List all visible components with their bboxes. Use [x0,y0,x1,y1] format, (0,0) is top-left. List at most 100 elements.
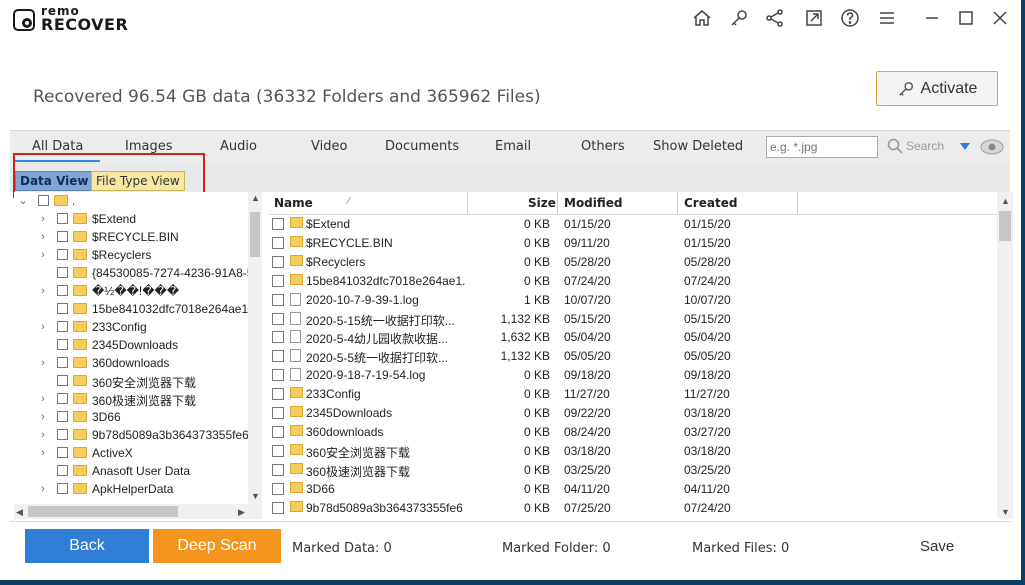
tree-item[interactable]: 360安全浏览器下载 [14,372,254,390]
tree-item[interactable]: › 9b78d5089a3b364373355fe6 [14,426,254,444]
tree-root[interactable]: ⌄ . [14,192,254,210]
tree-item[interactable]: › ActiveX [14,444,254,462]
checkbox[interactable] [57,357,68,368]
row-checkbox[interactable] [272,293,284,306]
close-icon[interactable] [988,6,1012,30]
checkbox[interactable] [57,483,68,494]
table-row[interactable]: 2020-10-7-9-39-1.log 1 KB 10/07/20 10/07/20 [268,290,997,309]
table-row[interactable]: $Extend 0 KB 01/15/20 01/15/20 [268,214,997,233]
filter-dropdown-icon[interactable] [960,143,970,150]
table-row[interactable]: 233Config 0 KB 11/27/20 11/27/20 [268,384,997,403]
chevron-right-icon[interactable]: › [38,430,48,441]
chevron-right-icon[interactable]: › [38,250,48,261]
table-vertical-scrollbar[interactable] [997,192,1013,519]
table-row[interactable]: 2020-5-4幼儿园收款收据... 1,632 KB 05/04/20 05/04/… [268,327,997,346]
checkbox[interactable] [57,429,68,440]
home-icon[interactable] [690,6,714,30]
tab-all-data[interactable]: All Data [32,139,83,154]
column-modified[interactable]: Modified [564,196,623,210]
tree-scroll-thumb[interactable] [250,212,260,257]
row-checkbox[interactable] [272,331,284,344]
checkbox[interactable] [57,393,68,404]
row-checkbox[interactable] [272,463,284,476]
tree-item[interactable]: › �½��!��� [14,282,254,300]
row-checkbox[interactable] [272,218,284,230]
row-checkbox[interactable] [272,482,284,495]
row-checkbox[interactable] [272,255,284,268]
table-row[interactable]: 2020-9-18-7-19-54.log 0 KB 09/18/20 09/18/2… [268,365,997,384]
checkbox[interactable] [57,231,68,242]
tree-item[interactable]: Anasoft User Data [14,462,254,480]
chevron-down-icon[interactable]: ⌄ [18,196,28,207]
chevron-right-icon[interactable]: › [38,412,48,423]
checkbox[interactable] [38,195,49,206]
tree-item[interactable]: › 360downloads [14,354,254,372]
tab-others[interactable]: Others [581,139,625,154]
tree-item[interactable]: › $Recyclers [14,246,254,264]
table-scroll-thumb[interactable] [999,211,1011,241]
file-type-view-button[interactable]: File Type View [91,171,185,191]
scroll-up-icon[interactable]: ▲ [251,193,260,203]
table-row[interactable]: 3D66 0 KB 04/11/20 04/11/20 [268,479,997,498]
save-button[interactable]: Save [920,538,954,555]
scroll-right-icon[interactable]: ▶ [238,507,245,518]
row-checkbox[interactable] [272,369,284,382]
checkbox[interactable] [57,249,68,260]
eye-icon[interactable] [980,138,1004,156]
table-row[interactable]: 2020-5-5统一收据打印软... 1,132 KB 05/05/20 05/05/… [268,346,997,365]
search-input[interactable] [766,136,878,158]
table-row[interactable]: 360极速浏览器下载 0 KB 03/25/20 03/25/20 [268,460,997,479]
tab-audio[interactable]: Audio [220,139,257,154]
column-size[interactable]: Size [528,196,556,210]
chevron-right-icon[interactable]: › [38,358,48,369]
row-checkbox[interactable] [272,501,284,514]
minimize-icon[interactable] [920,6,944,30]
back-button[interactable]: Back [25,529,149,563]
menu-icon[interactable] [875,6,899,30]
search-button[interactable]: Search [887,138,944,154]
checkbox[interactable] [57,321,68,332]
tree-item[interactable]: › $Extend [14,210,254,228]
row-checkbox[interactable] [272,425,284,438]
export-icon[interactable] [802,6,826,30]
column-name[interactable]: Name [274,196,313,210]
key-icon[interactable] [727,6,751,30]
tree-item[interactable]: 15be841032dfc7018e264ae181 [14,300,262,318]
chevron-right-icon[interactable]: › [38,448,48,459]
scroll-up-icon[interactable]: ▲ [1001,196,1010,206]
activate-button[interactable]: Activate [876,71,998,106]
checkbox[interactable] [57,339,68,350]
row-checkbox[interactable] [272,444,284,457]
checkbox[interactable] [57,447,68,458]
checkbox[interactable] [57,303,68,314]
tree-hscroll-thumb[interactable] [28,506,178,517]
checkbox[interactable] [57,285,68,296]
row-checkbox[interactable] [272,274,284,287]
tree-item[interactable]: › 233Config [14,318,254,336]
tree-item[interactable]: {84530085-7274-4236-91A8-5E [14,264,261,282]
checkbox[interactable] [57,411,68,422]
help-icon[interactable] [838,6,862,30]
data-view-button[interactable]: Data View [15,171,94,191]
tab-video[interactable]: Video [311,139,347,154]
table-row[interactable]: 360安全浏览器下载 0 KB 03/18/20 03/18/20 [268,441,997,460]
column-created[interactable]: Created [684,196,737,210]
tree-item[interactable]: 2345Downloads [14,336,254,354]
scroll-down-icon[interactable]: ▼ [251,491,260,501]
scroll-left-icon[interactable]: ◀ [16,507,23,518]
tree-item[interactable]: › $RECYCLE.BIN [14,228,254,246]
tree-item[interactable]: › 360极速浏览器下载 [14,390,254,408]
checkbox[interactable] [57,267,68,278]
share-icon[interactable] [763,6,787,30]
chevron-right-icon[interactable]: › [38,484,48,495]
tab-show-deleted[interactable]: Show Deleted [653,139,743,154]
row-checkbox[interactable] [272,350,284,363]
tab-images[interactable]: Images [125,139,173,154]
chevron-right-icon[interactable]: › [38,394,48,405]
row-checkbox[interactable] [272,407,284,419]
row-checkbox[interactable] [272,236,284,249]
deep-scan-button[interactable]: Deep Scan [153,529,281,563]
tree-item[interactable]: › 3D66 [14,408,254,426]
chevron-right-icon[interactable]: › [38,214,48,225]
table-row[interactable]: 15be841032dfc7018e264ae1... 0 KB 07/24/20 0… [268,271,997,290]
